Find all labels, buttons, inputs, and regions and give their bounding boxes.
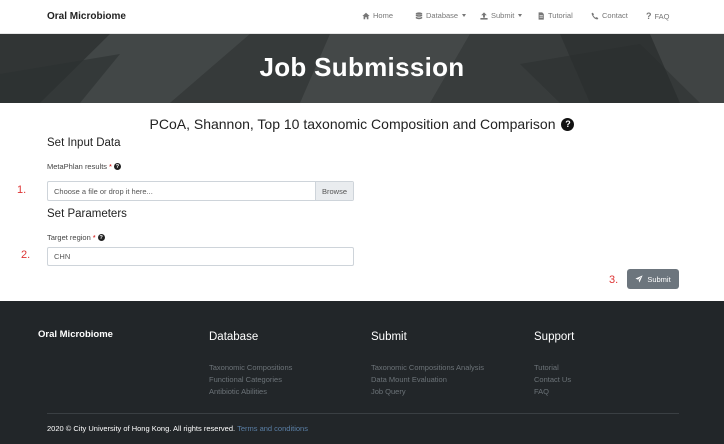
- site-footer: Oral Microbiome Database Taxonomic Compo…: [0, 301, 724, 444]
- copyright-text: 2020 © City University of Hong Kong. All…: [47, 424, 308, 433]
- required-mark: *: [109, 162, 112, 171]
- home-icon: [362, 12, 370, 19]
- question-icon: ?: [646, 11, 652, 21]
- footer-link-functional-categories[interactable]: Functional Categories: [209, 375, 282, 384]
- database-icon: [415, 11, 423, 19]
- required-mark: *: [92, 233, 96, 242]
- nav-home[interactable]: Home: [362, 11, 393, 20]
- upload-icon: [480, 11, 488, 20]
- footer-brand: Oral Microbiome: [38, 329, 113, 340]
- metaphlan-file-input[interactable]: Choose a file or drop it here... Browse: [47, 181, 354, 201]
- page-title: Job Submission: [259, 52, 465, 82]
- send-icon: [635, 275, 643, 283]
- nav-submit[interactable]: Submit: [480, 11, 523, 20]
- metaphlan-label: MetaPhlan results * ?: [47, 162, 121, 171]
- target-region-input[interactable]: CHN: [47, 247, 354, 266]
- form-title: PCoA, Shannon, Top 10 taxonomic Composit…: [0, 116, 724, 132]
- footer-link-contact-us[interactable]: Contact Us: [534, 375, 571, 384]
- footer-link-tutorial[interactable]: Tutorial: [534, 363, 559, 372]
- nav-contact[interactable]: Contact: [591, 11, 628, 20]
- brand-logo[interactable]: Oral Microbiome: [47, 11, 126, 22]
- terms-link[interactable]: Terms and conditions: [237, 424, 308, 433]
- footer-link-job-query[interactable]: Job Query: [371, 387, 406, 396]
- nav-database[interactable]: Database: [415, 11, 467, 20]
- file-icon: [538, 11, 544, 20]
- footer-heading-database: Database: [209, 331, 259, 343]
- input-section-heading: Set Input Data: [47, 137, 121, 149]
- step-marker-1: 1.: [17, 184, 27, 196]
- step-marker-3: 3.: [609, 274, 619, 286]
- footer-link-taxonomic-analysis[interactable]: Taxonomic Compositions Analysis: [371, 363, 484, 372]
- footer-heading-support: Support: [534, 331, 575, 343]
- question-circle-icon[interactable]: ?: [113, 163, 121, 170]
- footer-link-data-mount[interactable]: Data Mount Evaluation: [371, 375, 447, 384]
- nav-faq[interactable]: ? FAQ: [646, 11, 670, 21]
- browse-button[interactable]: Browse: [315, 182, 353, 200]
- chevron-down-icon: [518, 14, 523, 17]
- submit-button[interactable]: Submit: [627, 269, 679, 289]
- parameters-section-heading: Set Parameters: [47, 208, 127, 220]
- question-circle-icon[interactable]: ?: [97, 234, 105, 241]
- target-region-label: Target region * ?: [47, 233, 105, 242]
- phone-icon: [591, 12, 599, 20]
- question-circle-icon[interactable]: ?: [561, 117, 575, 131]
- footer-link-faq[interactable]: FAQ: [534, 387, 549, 396]
- top-navbar: Oral Microbiome Home Database Submit Tut…: [0, 0, 724, 34]
- footer-link-antibiotic-abilities[interactable]: Antibiotic Abilities: [209, 387, 267, 396]
- footer-divider: [47, 413, 679, 414]
- footer-link-taxonomic-compositions[interactable]: Taxonomic Compositions: [209, 363, 292, 372]
- step-marker-2: 2.: [21, 249, 31, 261]
- file-input-placeholder: Choose a file or drop it here...: [54, 187, 153, 196]
- nav-tutorial[interactable]: Tutorial: [537, 11, 573, 20]
- hero-banner: Job Submission: [0, 34, 724, 103]
- footer-heading-submit: Submit: [371, 331, 407, 343]
- chevron-down-icon: [462, 14, 467, 17]
